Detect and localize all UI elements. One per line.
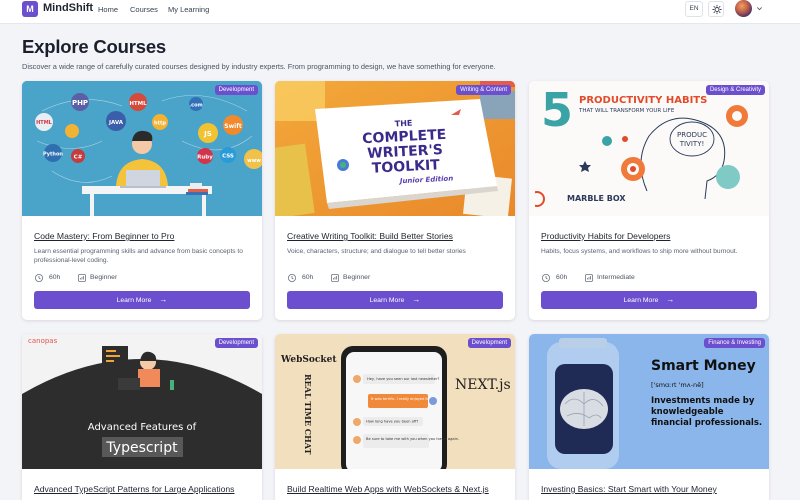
svg-text:www: www <box>247 158 261 164</box>
language-selector[interactable]: EN <box>685 1 703 17</box>
svg-text:Swift: Swift <box>224 123 242 130</box>
svg-text:Typescript: Typescript <box>105 440 178 456</box>
svg-text:Be sure to take me with you wh: Be sure to take me with you when you tra… <box>366 437 459 441</box>
user-avatar[interactable] <box>735 0 752 17</box>
svg-text:http: http <box>154 121 166 127</box>
svg-text:canopas: canopas <box>28 337 58 345</box>
clock-icon <box>288 274 296 282</box>
page-subtitle: Discover a wide range of carefully curat… <box>22 62 496 71</box>
learn-more-button[interactable]: Learn More → <box>287 291 503 309</box>
course-duration: 60h <box>49 274 61 281</box>
course-card-productivity[interactable]: 5 PRODUCTIVITY HABITS THAT WILL TRANSFOR… <box>529 81 769 320</box>
learn-more-button[interactable]: Learn More → <box>34 291 250 309</box>
course-thumbnail: 5 PRODUCTIVITY HABITS THAT WILL TRANSFOR… <box>529 81 769 216</box>
svg-text:5: 5 <box>541 83 573 137</box>
svg-text:THE: THE <box>395 119 413 129</box>
svg-text:Smart Money: Smart Money <box>651 358 756 374</box>
svg-text:Ruby: Ruby <box>197 155 213 161</box>
arrow-right-icon: → <box>159 295 168 304</box>
course-card-typescript[interactable]: canopas Advanced Features of Typescript … <box>22 334 262 500</box>
writers-toolkit-illustration: THE COMPLETE WRITER'S TOOLKIT Junior Edi… <box>275 81 515 216</box>
productivity-illustration: 5 PRODUCTIVITY HABITS THAT WILL TRANSFOR… <box>529 81 769 216</box>
svg-text:NEXT.js: NEXT.js <box>455 377 511 393</box>
learn-more-button[interactable]: Learn More → <box>541 291 757 309</box>
theme-toggle-button[interactable] <box>708 1 724 17</box>
course-thumbnail: THE COMPLETE WRITER'S TOOLKIT Junior Edi… <box>275 81 515 216</box>
logo-icon[interactable]: M <box>22 1 38 17</box>
category-badge: Writing & Content <box>456 85 511 95</box>
svg-text:HTML: HTML <box>129 101 147 107</box>
svg-text:REAL TIME CHAT: REAL TIME CHAT <box>303 374 313 454</box>
button-label: Learn More <box>116 297 152 304</box>
clock-icon <box>542 274 550 282</box>
programming-illustration: PHP HTML JAVA http .com Swift JS Python … <box>22 81 262 216</box>
course-title-link[interactable]: Advanced TypeScript Patterns for Large A… <box>34 484 234 494</box>
smart-money-illustration: Smart Money ['smɑːrt 'mʌ-nē] Investments… <box>529 334 769 469</box>
course-description: Learn essential programming skills and a… <box>34 248 243 264</box>
course-duration: 60h <box>302 274 314 281</box>
button-label: Learn More <box>623 297 659 304</box>
course-level: Intermediate <box>597 274 635 281</box>
nav-my-learning[interactable]: My Learning <box>168 5 209 14</box>
arrow-right-icon: → <box>666 295 675 304</box>
course-description: Voice, characters, structure; and dialog… <box>287 248 466 255</box>
course-title-link[interactable]: Investing Basics: Start Smart with Your … <box>541 484 717 494</box>
svg-text:WebSocket: WebSocket <box>280 355 337 365</box>
course-title-link[interactable]: Creative Writing Toolkit: Build Better S… <box>287 231 453 241</box>
button-label: Learn More <box>369 297 405 304</box>
level-icon <box>585 274 593 282</box>
category-badge: Development <box>214 85 258 95</box>
typescript-illustration: canopas Advanced Features of Typescript <box>22 334 262 469</box>
svg-text:How long have you been off?: How long have you been off? <box>366 420 418 424</box>
course-card-websockets[interactable]: WebSocket REAL TIME CHAT NEXT.js Hey, ha… <box>275 334 515 500</box>
svg-text:C#: C# <box>74 155 83 161</box>
svg-text:PRODUCTIVITY HABITS: PRODUCTIVITY HABITS <box>579 95 707 106</box>
category-badge: Design & Creativity <box>705 85 765 95</box>
course-duration: 60h <box>556 274 568 281</box>
course-title-link[interactable]: Build Realtime Web Apps with WebSockets … <box>287 484 489 494</box>
course-thumbnail: WebSocket REAL TIME CHAT NEXT.js Hey, ha… <box>275 334 515 469</box>
svg-text:PRODUC: PRODUC <box>677 131 707 139</box>
course-title-link[interactable]: Productivity Habits for Developers <box>541 231 670 241</box>
svg-text:['smɑːrt 'mʌ-nē]: ['smɑːrt 'mʌ-nē] <box>651 381 704 389</box>
svg-text:It was terrific. I really enjo: It was terrific. I really enjoyed it. <box>371 397 429 401</box>
category-badge: Development <box>214 338 258 348</box>
course-card-code-mastery[interactable]: PHP HTML JAVA http .com Swift JS Python … <box>22 81 262 320</box>
brand-name[interactable]: MindShift <box>43 2 93 14</box>
arrow-right-icon: → <box>412 295 421 304</box>
course-card-investing[interactable]: Smart Money ['smɑːrt 'mʌ-nē] Investments… <box>529 334 769 500</box>
course-description: Habits, focus systems, and workflows to … <box>541 248 738 255</box>
category-badge: Finance & Investing <box>704 338 765 348</box>
websocket-chat-illustration: WebSocket REAL TIME CHAT NEXT.js Hey, ha… <box>275 334 515 469</box>
level-icon <box>78 274 86 282</box>
level-icon <box>331 274 339 282</box>
nav-home[interactable]: Home <box>98 5 118 14</box>
course-thumbnail: Smart Money ['smɑːrt 'mʌ-nē] Investments… <box>529 334 769 469</box>
clock-icon <box>35 274 43 282</box>
svg-text:Advanced Features of: Advanced Features of <box>88 422 197 433</box>
svg-text:MARBLE BOX: MARBLE BOX <box>567 194 626 203</box>
svg-text:TIVITY!: TIVITY! <box>679 140 705 148</box>
svg-text:JAVA: JAVA <box>108 120 124 126</box>
svg-text:Hey, have you seen our last ne: Hey, have you seen our last newsletter? <box>367 377 439 381</box>
chevron-down-icon[interactable] <box>756 5 763 12</box>
svg-text:HTML: HTML <box>36 120 53 126</box>
nav-courses[interactable]: Courses <box>130 5 158 14</box>
svg-text:CSS: CSS <box>222 154 234 160</box>
sun-icon <box>712 4 722 15</box>
svg-text:Python: Python <box>43 152 63 158</box>
course-level: Beginner <box>343 274 371 281</box>
course-thumbnail: canopas Advanced Features of Typescript … <box>22 334 262 469</box>
svg-text:.com: .com <box>189 103 203 109</box>
svg-text:THAT WILL TRANSFORM YOUR LIFE: THAT WILL TRANSFORM YOUR LIFE <box>578 108 675 114</box>
svg-text:PHP: PHP <box>72 99 88 107</box>
course-title-link[interactable]: Code Mastery: From Beginner to Pro <box>34 231 174 241</box>
course-thumbnail: PHP HTML JAVA http .com Swift JS Python … <box>22 81 262 216</box>
course-card-creative-writing[interactable]: THE COMPLETE WRITER'S TOOLKIT Junior Edi… <box>275 81 515 320</box>
page-title: Explore Courses <box>22 36 167 57</box>
course-level: Beginner <box>90 274 118 281</box>
category-badge: Development <box>467 338 511 348</box>
top-navigation-bar: M MindShift Home Courses My Learning EN <box>0 0 800 24</box>
svg-text:JS: JS <box>203 130 212 138</box>
